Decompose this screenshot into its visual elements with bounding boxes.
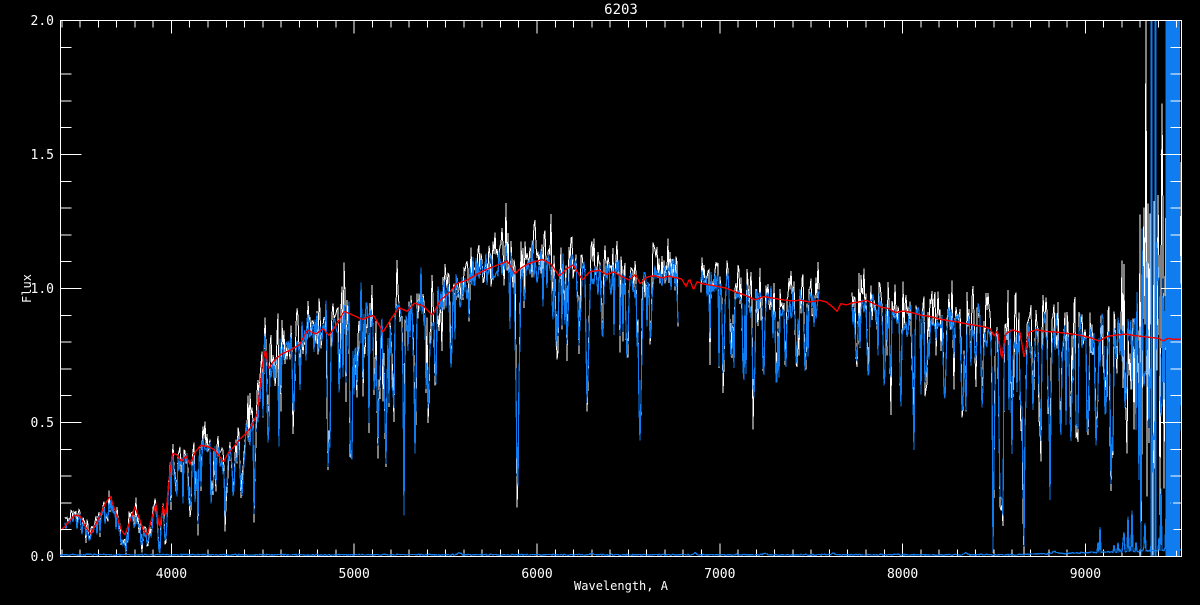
y-tick-label: 1.5 [31,148,54,163]
plot-background [0,0,1200,600]
chart-title: 6203 [604,2,638,18]
x-tick-label: 9000 [1070,567,1101,582]
spectrum-plot: 4000 5000 6000 7000 8000 9000 0.0 0.5 1.0 1.5 2.0 … [0,0,1200,600]
x-tick-label: 5000 [339,567,370,582]
x-tick-label: 8000 [887,567,918,582]
x-tick-label: 7000 [704,567,735,582]
x-tick-label: 4000 [156,567,187,582]
y-tick-label: 1.0 [31,282,54,297]
y-tick-label: 2.0 [31,14,54,29]
y-axis-label: Flux [20,274,34,303]
y-tick-label: 0.5 [31,416,54,431]
x-axis-label: Wavelength, A [574,579,669,593]
y-tick-label: 0.0 [31,550,54,565]
spectrum-canvas: 4000 5000 6000 7000 8000 90000.00.51.01.52.0 … [0,0,1200,600]
x-tick-label: 6000 [521,567,552,582]
